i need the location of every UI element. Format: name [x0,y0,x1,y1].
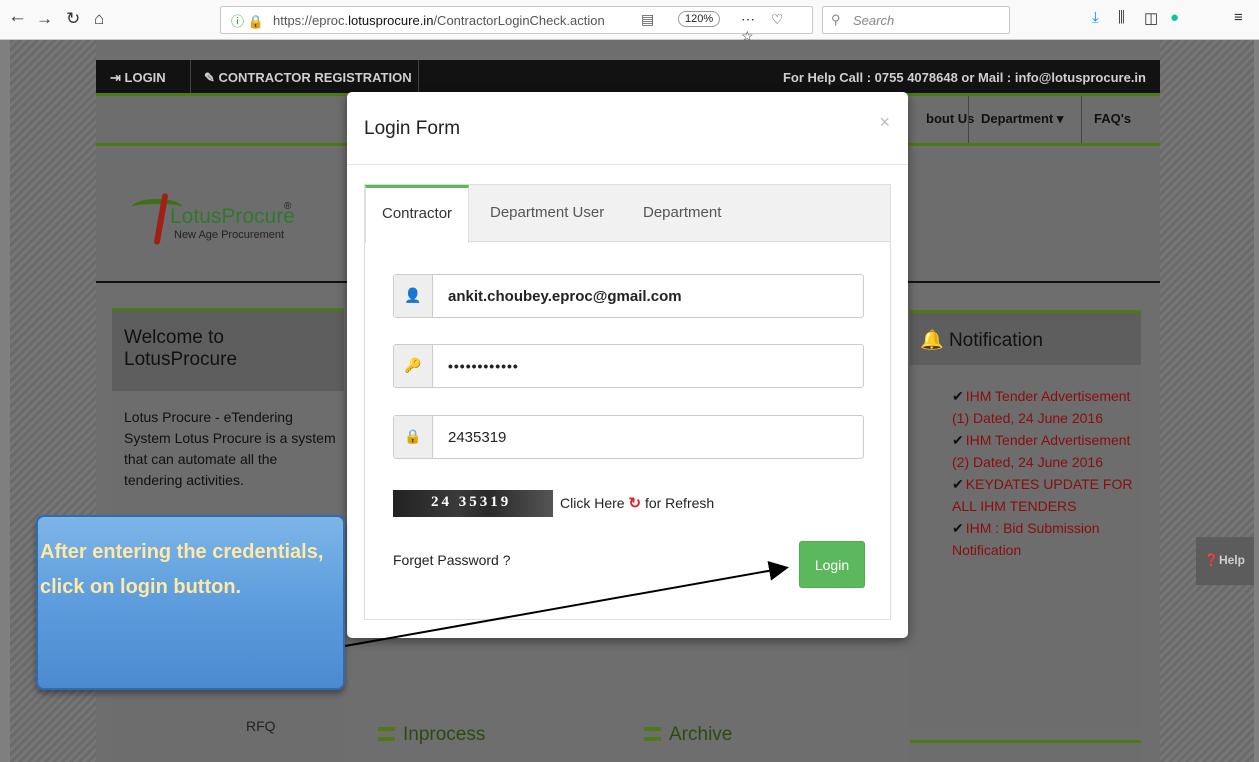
pointer-arrow [344,560,789,647]
